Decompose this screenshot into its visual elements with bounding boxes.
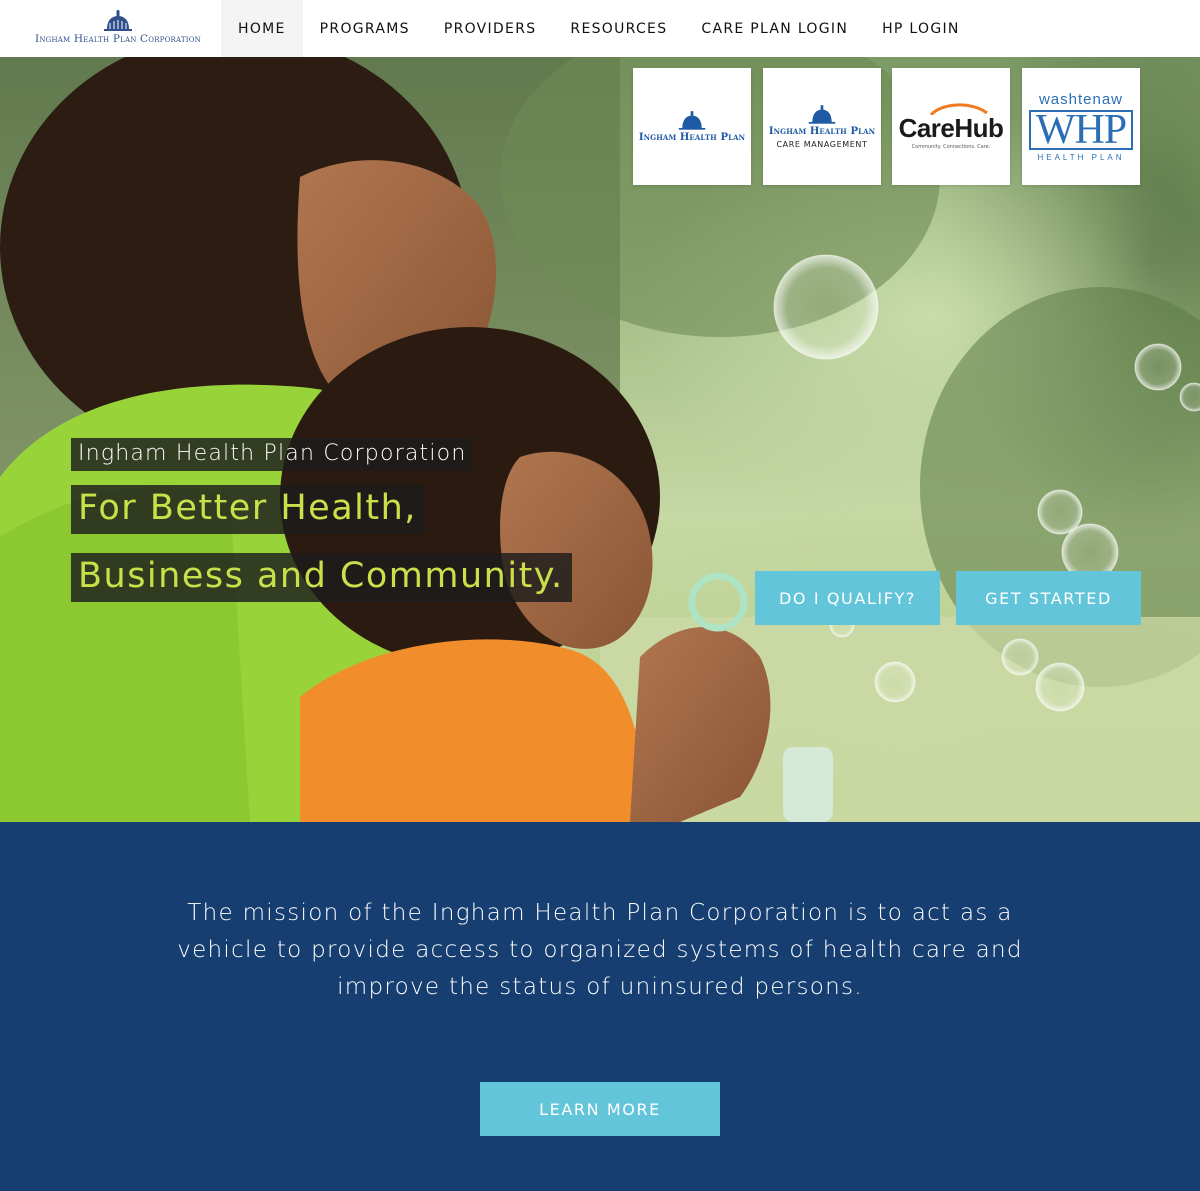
capitol-dome-icon <box>678 111 706 130</box>
nav-care-plan-login[interactable]: CARE PLAN LOGIN <box>684 0 865 57</box>
nav-programs[interactable]: PROGRAMS <box>303 0 427 57</box>
nav-hp-login[interactable]: HP LOGIN <box>865 0 977 57</box>
mission-section: The mission of the Ingham Health Plan Co… <box>0 822 1200 1191</box>
washtenaw-health-plan-logo[interactable]: washtenaw WHP HEALTH PLAN <box>1022 68 1140 185</box>
capitol-dome-icon <box>808 105 836 124</box>
whp-letters: WHP <box>1035 106 1127 153</box>
learn-more-button[interactable]: LEARN MORE <box>480 1082 720 1136</box>
whp-top-text: washtenaw <box>1038 90 1124 108</box>
main-nav: HOME PROGRAMS PROVIDERS RESOURCES CARE P… <box>221 0 977 57</box>
carehub-tagline: Community. Connections. Care. <box>911 144 991 150</box>
hero-section: Ingham Health Plan Ingham Health Plan CA… <box>0 57 1200 822</box>
whp-bottom-text: HEALTH PLAN <box>1037 152 1125 162</box>
care-management-logo[interactable]: Ingham Health Plan CARE MANAGEMENT <box>763 68 881 185</box>
capitol-dome-icon <box>104 10 132 31</box>
nav-home[interactable]: HOME <box>221 0 303 57</box>
brand-name: Ingham Health Plan Corporation <box>34 33 201 45</box>
carehub-logo[interactable]: CareHub Community. Connections. Care. <box>892 68 1010 185</box>
hero-tagline-line1: For Better Health, <box>71 485 425 534</box>
mission-statement: The mission of the Ingham Health Plan Co… <box>177 900 1023 1000</box>
logo-label: Ingham Health Plan <box>638 132 746 143</box>
hero-org-name: Ingham Health Plan Corporation <box>71 438 473 471</box>
nav-providers[interactable]: PROVIDERS <box>427 0 554 57</box>
logo-sublabel: CARE MANAGEMENT <box>776 140 868 149</box>
do-i-qualify-button[interactable]: DO I QUALIFY? <box>755 571 940 625</box>
carehub-wordmark: CareHub <box>898 113 1004 143</box>
get-started-button[interactable]: GET STARTED <box>956 571 1141 625</box>
whp-letter-box: WHP <box>1029 106 1133 153</box>
site-logo[interactable]: Ingham Health Plan Corporation <box>28 10 208 48</box>
nav-resources[interactable]: RESOURCES <box>553 0 684 57</box>
logo-label: Ingham Health Plan <box>768 126 876 137</box>
ingham-health-plan-logo[interactable]: Ingham Health Plan <box>633 68 751 185</box>
hero-tagline-line2: Business and Community. <box>71 553 572 602</box>
site-header: Ingham Health Plan Corporation HOME PROG… <box>0 0 1200 57</box>
